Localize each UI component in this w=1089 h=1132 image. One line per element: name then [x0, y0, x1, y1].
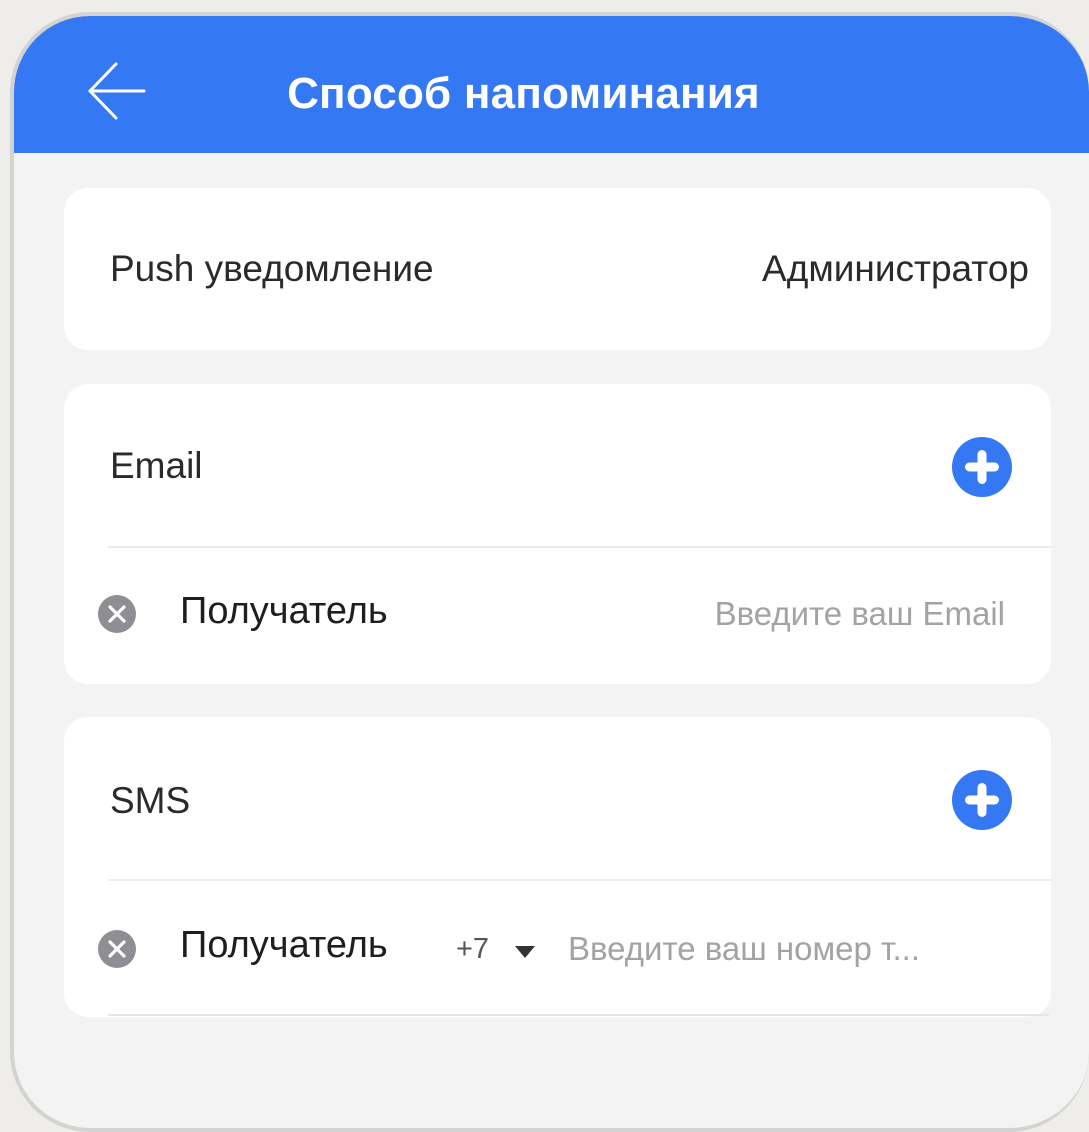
sms-recipient-label: Получатель	[180, 924, 388, 966]
header-bar: Способ напоминания	[14, 16, 1089, 153]
page-title: Способ напоминания	[287, 69, 760, 118]
remove-email-recipient-icon[interactable]	[97, 594, 137, 634]
caret-down-icon[interactable]	[514, 945, 536, 959]
sms-divider	[108, 879, 1051, 881]
country-code-select[interactable]: +7	[456, 933, 489, 966]
sms-label: SMS	[110, 780, 191, 821]
phone-screen: Способ напоминания Push уведомление Адми…	[10, 12, 1089, 1132]
email-divider	[108, 546, 1051, 548]
remove-sms-recipient-icon[interactable]	[97, 929, 137, 969]
push-label: Push уведомление	[110, 248, 434, 289]
sms-card: SMS Получатель +7	[64, 717, 1051, 1017]
email-label: Email	[110, 445, 203, 486]
bottom-divider	[108, 1014, 1049, 1016]
email-recipient-label: Получатель	[180, 590, 388, 632]
add-email-icon[interactable]	[951, 436, 1013, 498]
email-card: Email Получатель	[64, 384, 1051, 684]
push-value[interactable]: Администратор	[762, 248, 1029, 290]
phone-input[interactable]	[568, 926, 998, 972]
add-sms-icon[interactable]	[951, 769, 1013, 831]
email-input[interactable]	[575, 591, 1005, 637]
push-card: Push уведомление Администратор	[64, 188, 1051, 350]
